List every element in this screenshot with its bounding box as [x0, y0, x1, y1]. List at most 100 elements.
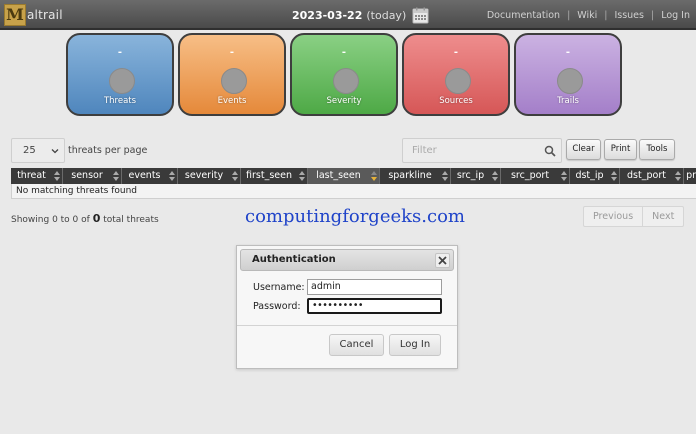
close-button[interactable]: [435, 253, 450, 268]
sort-icon: [611, 171, 617, 181]
info-total: 0: [92, 212, 101, 225]
logo-text: altrail: [27, 8, 63, 22]
sort-icon: [442, 171, 448, 181]
nav-separator: |: [650, 10, 655, 21]
chevron-down-icon: [51, 149, 59, 154]
counter-label: Trails: [557, 96, 579, 106]
search-icon: [544, 145, 556, 157]
login-button[interactable]: Log In: [389, 334, 441, 356]
sort-icon: [169, 171, 175, 181]
nav-documentation[interactable]: Documentation: [487, 10, 560, 21]
counter-value: -: [565, 47, 571, 58]
next-button[interactable]: Next: [643, 207, 683, 226]
column-header-events[interactable]: events: [122, 168, 178, 184]
column-label: threat: [17, 170, 46, 181]
counter-value: -: [229, 47, 235, 58]
filter-input[interactable]: Filter: [402, 138, 562, 163]
counter-label: Events: [217, 96, 247, 106]
per-page-label: threats per page: [68, 145, 148, 156]
logo[interactable]: M altrail: [4, 3, 63, 27]
password-field[interactable]: ••••••••••: [307, 298, 442, 314]
password-label: Password:: [253, 301, 301, 312]
tools-button[interactable]: Tools: [639, 139, 675, 160]
sort-icon: [492, 171, 498, 181]
nav-wiki[interactable]: Wiki: [577, 10, 597, 21]
column-label: sensor: [71, 170, 103, 181]
column-header-sensor[interactable]: sensor: [63, 168, 122, 184]
column-header-threat[interactable]: threat: [11, 168, 63, 184]
table-info: Showing 0 to 0 of 0 total threats: [11, 212, 159, 225]
sort-icon: [299, 171, 305, 181]
logo-mark: M: [4, 4, 26, 26]
info-prefix: Showing 0 to 0 of: [11, 215, 90, 225]
counter-value: -: [453, 47, 459, 58]
counter-trails[interactable]: - Trails: [514, 33, 622, 116]
sort-icon: [54, 171, 60, 181]
nav-separator: |: [567, 10, 571, 21]
counter-sources[interactable]: - Sources: [402, 33, 510, 116]
watermark-text: computingforgeeks.com: [245, 206, 465, 227]
sparkline-placeholder: [333, 68, 359, 94]
info-suffix: total threats: [103, 215, 159, 225]
dialog-title-bar[interactable]: Authentication: [240, 249, 454, 271]
sparkline-placeholder: [557, 68, 583, 94]
current-date: 2023-03-22: [292, 9, 363, 22]
top-nav: Documentation | Wiki | Issues | Log In: [487, 10, 690, 21]
nav-login[interactable]: Log In: [661, 10, 690, 21]
column-label: sparkline: [388, 170, 432, 181]
username-label: Username:: [253, 282, 305, 293]
previous-button[interactable]: Previous: [584, 207, 642, 226]
nav-separator: |: [604, 10, 608, 21]
column-label: first_seen: [246, 170, 292, 181]
column-header-src-ip[interactable]: src_ip: [451, 168, 501, 184]
dialog-divider: [237, 325, 457, 326]
authentication-dialog: Authentication Username: admin Password:…: [236, 245, 458, 369]
nav-issues[interactable]: Issues: [614, 10, 644, 21]
column-header-first-seen[interactable]: first_seen: [241, 168, 308, 184]
column-label: src_ip: [456, 170, 485, 181]
counter-value: -: [341, 47, 347, 58]
dialog-title: Authentication: [252, 254, 336, 265]
column-header-last-seen[interactable]: last_seen: [308, 168, 380, 184]
pagination: Previous Next: [583, 206, 685, 227]
per-page-value: 25: [23, 145, 36, 156]
sparkline-placeholder: [221, 68, 247, 94]
per-page-select[interactable]: 25: [11, 138, 65, 163]
column-header-src-port[interactable]: src_port: [501, 168, 570, 184]
empty-table-row: No matching threats found: [11, 184, 696, 199]
username-field[interactable]: admin: [307, 279, 442, 295]
counter-events[interactable]: - Events: [178, 33, 286, 116]
column-label: last_seen: [316, 170, 361, 181]
column-header-dst-port[interactable]: dst_port: [620, 168, 684, 184]
sparkline-placeholder: [445, 68, 471, 94]
calendar-icon[interactable]: [412, 7, 429, 24]
counter-label: Severity: [326, 96, 362, 106]
column-label: pr: [686, 170, 696, 181]
filter-placeholder: Filter: [412, 145, 437, 156]
column-header-proto[interactable]: pr: [684, 168, 696, 184]
sort-icon: [561, 171, 567, 181]
counter-label: Threats: [103, 96, 137, 106]
column-header-sparkline[interactable]: sparkline: [380, 168, 451, 184]
sort-icon: [232, 171, 238, 181]
counter-severity[interactable]: - Severity: [290, 33, 398, 116]
counter-threats[interactable]: - Threats: [66, 33, 174, 116]
date-suffix: (today): [366, 9, 407, 22]
clear-button[interactable]: Clear: [566, 139, 601, 160]
sort-icon: [675, 171, 681, 181]
sort-icon: [113, 171, 119, 181]
print-button[interactable]: Print: [604, 139, 637, 160]
date-display: 2023-03-22 (today): [292, 7, 429, 24]
column-label: events: [128, 170, 161, 181]
cancel-button[interactable]: Cancel: [329, 334, 384, 356]
sparkline-placeholder: [109, 68, 135, 94]
column-label: severity: [184, 170, 224, 181]
column-header-severity[interactable]: severity: [178, 168, 241, 184]
sort-desc-icon: [371, 171, 377, 181]
close-icon: [438, 256, 447, 265]
column-label: dst_port: [627, 170, 666, 181]
column-label: src_port: [510, 170, 550, 181]
counter-value: -: [117, 47, 123, 58]
column-header-dst-ip[interactable]: dst_ip: [570, 168, 620, 184]
counter-label: Sources: [439, 96, 473, 106]
